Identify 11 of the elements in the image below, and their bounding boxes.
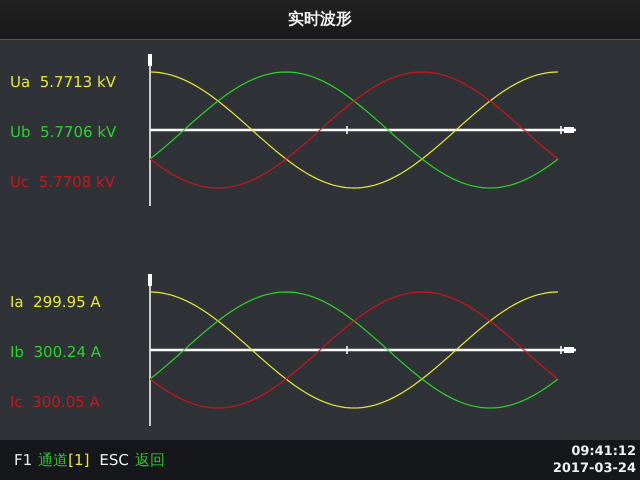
key-hint: ESC 返回 xyxy=(99,450,165,470)
key-hint: F1 通道[1] xyxy=(14,450,90,470)
channel-reading: Ic 300.05 A xyxy=(10,392,101,413)
clock-date: 2017-03-24 xyxy=(552,460,636,477)
channel-reading: Ia 299.95 A xyxy=(10,292,102,313)
channel-reading: Uc 5.7708 kV xyxy=(10,172,116,193)
clock-time: 09:41:12 xyxy=(571,443,636,460)
channel-reading: Ua 5.7713 kV xyxy=(10,72,117,93)
channel-reading: Ub 5.7706 kV xyxy=(10,122,118,143)
channel-reading: Ib 300.24 A xyxy=(10,342,102,363)
screen-title: 实时波形 xyxy=(288,9,352,30)
